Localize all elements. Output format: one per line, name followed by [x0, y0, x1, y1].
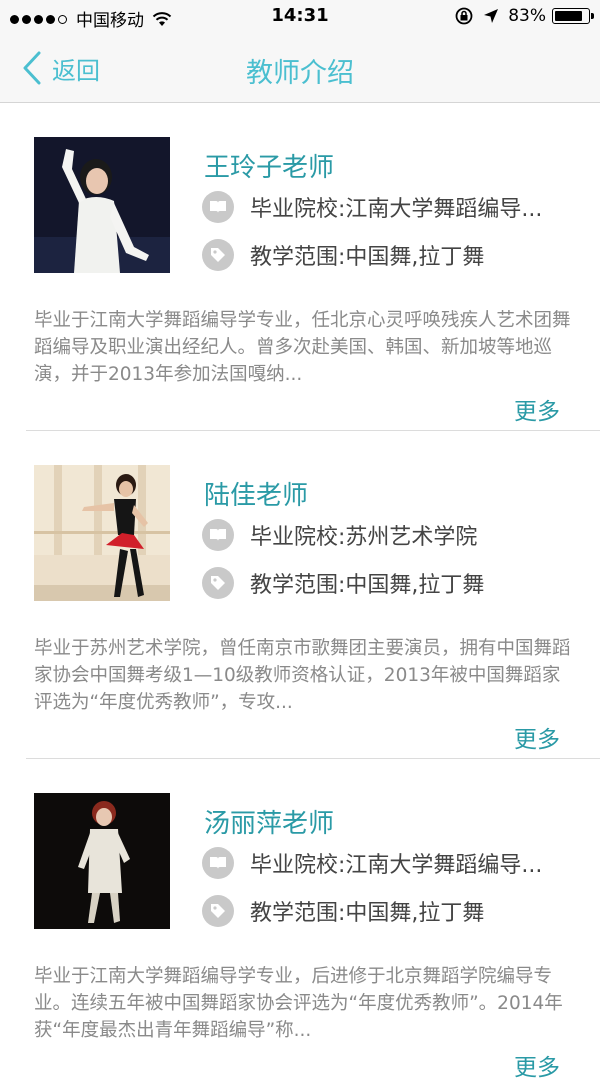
- teacher-description: 毕业于苏州艺术学院，曾任南京市歌舞团主要演员，拥有中国舞蹈家协会中国舞考级1—1…: [34, 638, 571, 713]
- scope-text: 教学范围:中国舞,拉丁舞: [250, 573, 485, 598]
- scope-row: 教学范围:中国舞,拉丁舞: [202, 895, 484, 927]
- teacher-photo: [34, 793, 170, 929]
- teacher-card[interactable]: 王玲子老师 毕业院校:江南大学舞蹈编导... 教学范围:中国舞,拉丁舞 毕业于江…: [0, 103, 600, 431]
- teacher-photo: [34, 465, 170, 601]
- scope-text: 教学范围:中国舞,拉丁舞: [250, 245, 485, 270]
- tag-icon: [202, 567, 234, 599]
- school-row: 毕业院校:江南大学舞蹈编导...: [202, 191, 542, 223]
- teacher-card[interactable]: 汤丽萍老师 毕业院校:江南大学舞蹈编导... 教学范围:中国舞,拉丁舞 毕业于江…: [0, 759, 600, 1087]
- battery-fill: [555, 11, 582, 21]
- book-icon: [202, 519, 234, 551]
- school-row: 毕业院校:苏州艺术学院: [202, 519, 477, 551]
- book-icon: [202, 847, 234, 879]
- teacher-photo: [34, 137, 170, 273]
- teacher-name: 汤丽萍老师: [204, 809, 335, 839]
- lock-rotation-icon: [455, 7, 473, 25]
- teacher-name: 陆佳老师: [204, 481, 309, 511]
- school-text: 毕业院校:江南大学舞蹈编导...: [250, 197, 543, 222]
- navigation-bar: 返回 教师介绍: [0, 34, 600, 103]
- tag-icon: [202, 895, 234, 927]
- teacher-card[interactable]: 陆佳老师 毕业院校:苏州艺术学院 教学范围:中国舞,拉丁舞 毕业于苏州艺术学院，…: [0, 431, 600, 759]
- status-bar: 中国移动 14:31 83%: [0, 0, 600, 34]
- teacher-list: 王玲子老师 毕业院校:江南大学舞蹈编导... 教学范围:中国舞,拉丁舞 毕业于江…: [0, 103, 600, 1087]
- location-arrow-icon: [484, 9, 499, 23]
- battery-icon: [552, 8, 594, 24]
- more-link[interactable]: 更多: [514, 720, 560, 754]
- scope-text: 教学范围:中国舞,拉丁舞: [250, 901, 485, 926]
- more-link[interactable]: 更多: [514, 1048, 560, 1082]
- teacher-name: 王玲子老师: [204, 153, 335, 183]
- more-link[interactable]: 更多: [514, 392, 560, 426]
- page-title: 教师介绍: [246, 58, 354, 89]
- scope-row: 教学范围:中国舞,拉丁舞: [202, 567, 484, 599]
- school-row: 毕业院校:江南大学舞蹈编导...: [202, 847, 542, 879]
- book-icon: [202, 191, 234, 223]
- tag-icon: [202, 239, 234, 271]
- teacher-description: 毕业于江南大学舞蹈编导学专业，后进修于北京舞蹈学院编导专业。连续五年被中国舞蹈家…: [34, 966, 563, 1041]
- teacher-description: 毕业于江南大学舞蹈编导学专业，任北京心灵呼唤残疾人艺术团舞蹈编导及职业演出经纪人…: [34, 310, 571, 385]
- school-text: 毕业院校:江南大学舞蹈编导...: [250, 853, 543, 878]
- scope-row: 教学范围:中国舞,拉丁舞: [202, 239, 484, 271]
- school-text: 毕业院校:苏州艺术学院: [250, 525, 478, 550]
- status-right: 83%: [454, 6, 594, 26]
- battery-percent: 83%: [508, 6, 546, 26]
